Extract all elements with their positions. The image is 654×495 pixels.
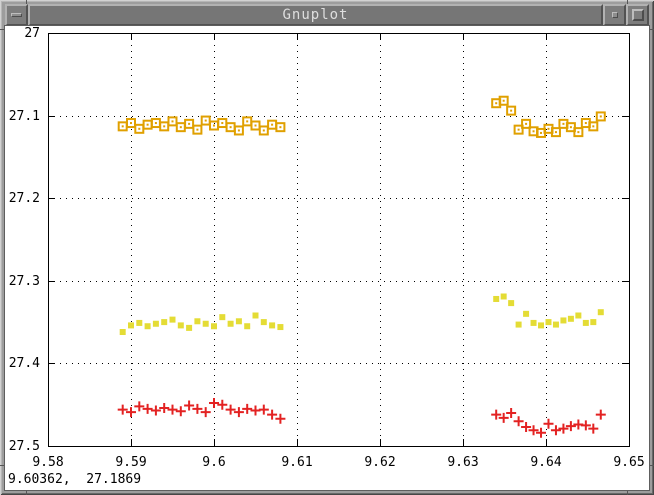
maximize-icon bbox=[632, 9, 644, 21]
svg-text:9.6: 9.6 bbox=[202, 455, 225, 470]
svg-text:27: 27 bbox=[24, 26, 40, 41]
svg-text:27.3: 27.3 bbox=[9, 274, 40, 289]
maximize-button[interactable] bbox=[626, 4, 649, 26]
svg-text:9.58: 9.58 bbox=[32, 455, 63, 470]
svg-text:9.62: 9.62 bbox=[364, 455, 395, 470]
svg-text:9.64: 9.64 bbox=[530, 455, 561, 470]
svg-text:9.65: 9.65 bbox=[613, 455, 644, 470]
frame-notch bbox=[26, 491, 27, 495]
coordinate-readout: 9.60362, 27.1869 bbox=[8, 472, 141, 487]
window-title: Gnuplot bbox=[28, 4, 603, 26]
svg-text:9.59: 9.59 bbox=[115, 455, 146, 470]
svg-text:27.5: 27.5 bbox=[9, 439, 40, 454]
svg-text:27.1: 27.1 bbox=[9, 109, 40, 124]
svg-text:27.4: 27.4 bbox=[9, 356, 40, 371]
frame-notch bbox=[649, 29, 654, 30]
gnuplot-window: Gnuplot 9.58 9.59 9.6 9.61 9.62 9.63 9.64 9.65 2… bbox=[0, 0, 654, 495]
minimize-button[interactable] bbox=[603, 4, 626, 26]
frame-notch bbox=[627, 491, 628, 495]
svg-text:9.61: 9.61 bbox=[281, 455, 312, 470]
window-menu-button[interactable] bbox=[5, 4, 28, 26]
minimize-icon bbox=[612, 12, 618, 18]
plot-client-area: 9.58 9.59 9.6 9.61 9.62 9.63 9.64 9.65 27 27.1 27.… bbox=[5, 26, 649, 490]
svg-text:9.63: 9.63 bbox=[447, 455, 478, 470]
window-menu-icon bbox=[11, 13, 22, 17]
frame-notch bbox=[26, 0, 27, 4]
frame-notch bbox=[627, 0, 628, 4]
svg-text:27.2: 27.2 bbox=[9, 191, 40, 206]
titlebar[interactable]: Gnuplot bbox=[5, 4, 649, 26]
gnuplot-chart: 9.58 9.59 9.6 9.61 9.62 9.63 9.64 9.65 27 27.1 27.… bbox=[5, 26, 649, 490]
frame-notch bbox=[649, 465, 654, 466]
